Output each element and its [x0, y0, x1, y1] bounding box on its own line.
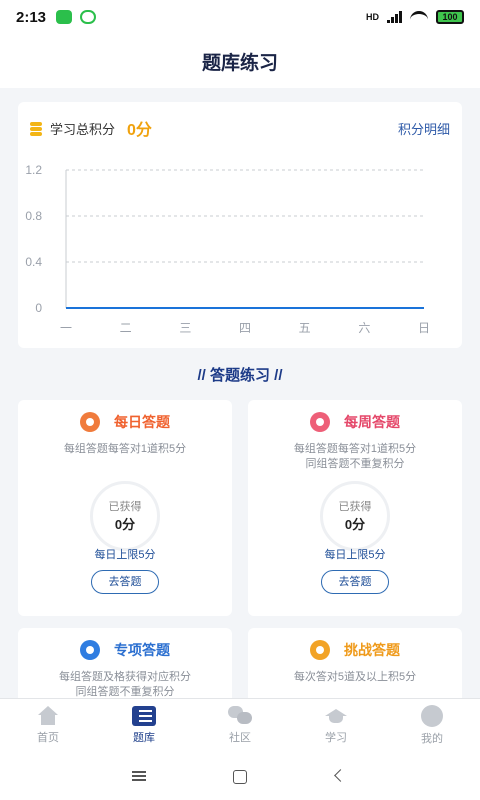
card-description: 每组答题每答对1道积5分: [63, 443, 187, 455]
status-bar: 2:13 HD 100: [0, 0, 480, 34]
wifi-icon: [410, 11, 428, 23]
page-title: 题库练习: [201, 52, 278, 74]
x-tick-label: 三: [179, 321, 191, 335]
tab-label: 社区: [229, 732, 251, 744]
chat-icon: [228, 706, 252, 726]
points-value: 0分: [127, 122, 152, 139]
earned-label: 已获得: [108, 501, 142, 513]
calendar-icon: [310, 412, 330, 432]
earned-ring: 已获得 0分: [90, 481, 160, 551]
earned-label: 已获得: [338, 501, 372, 513]
shield-icon: [310, 640, 330, 660]
home-button-icon[interactable]: [230, 768, 250, 784]
battery-icon: 100: [436, 10, 464, 24]
daily-quiz-card: 每日答题 每组答题每答对1道积5分 已获得 0分 每日上限5分 去答题: [18, 400, 232, 616]
x-tick-label: 六: [358, 321, 370, 335]
card-description: 每次答对5道及以上积5分: [293, 671, 417, 683]
tab-label: 学习: [325, 732, 347, 744]
tab-label: 我的: [421, 733, 443, 745]
status-indicators: HD 100: [366, 10, 464, 24]
tab-question-bank[interactable]: 题库: [96, 699, 192, 752]
section-title: // 答题练习 //: [197, 367, 283, 384]
card-title: 每日答题: [114, 414, 170, 430]
pencil-icon: [80, 412, 100, 432]
back-icon[interactable]: [330, 768, 350, 784]
card-header: 每周答题: [248, 410, 462, 434]
status-time: 2:13: [16, 8, 47, 26]
y-tick-label: 0.8: [25, 209, 42, 223]
coin-icon: [30, 121, 42, 136]
question-bank-icon: [132, 706, 156, 726]
network-type: HD: [366, 12, 379, 22]
system-nav-bar: [0, 752, 480, 800]
graduation-cap-icon: [324, 706, 348, 726]
points-chart: 0 0.4 0.8 1.2 一 二 三 四 五 六 日: [25, 163, 430, 335]
start-quiz-button[interactable]: 去答题: [321, 570, 389, 594]
earned-value: 0分: [114, 517, 136, 532]
card-description-line-1: 每组答题及格获得对应积分: [59, 671, 191, 683]
signal-icon: [387, 11, 402, 23]
points-header: 学习总积分 0分 积分明细: [30, 116, 450, 140]
card-header: 挑战答题: [248, 638, 462, 662]
x-tick-label: 一: [60, 321, 72, 335]
profile-icon: [421, 705, 443, 727]
y-tick-label: 1.2: [25, 163, 42, 177]
x-tick-label: 日: [418, 321, 430, 335]
target-icon: [80, 640, 100, 660]
x-tick-label: 五: [299, 321, 311, 335]
daily-limit: 每日上限5分: [324, 549, 386, 561]
points-label: 学习总积分: [50, 121, 116, 137]
daily-limit: 每日上限5分: [94, 549, 156, 561]
earned-ring: 已获得 0分: [320, 481, 390, 551]
card-title: 专项答题: [114, 642, 170, 658]
home-icon: [36, 706, 60, 726]
y-tick-label: 0: [35, 301, 42, 315]
card-description-line-1: 每组答题每答对1道积5分: [293, 443, 417, 455]
card-title: 挑战答题: [344, 642, 400, 658]
wechat-icon: [56, 10, 73, 24]
start-quiz-button[interactable]: 去答题: [91, 570, 159, 594]
x-tick-label: 四: [239, 321, 251, 335]
tab-community[interactable]: 社区: [192, 699, 288, 752]
weekly-quiz-card: 每周答题 每组答题每答对1道积5分 同组答题不重复积分 已获得 0分 每日上限5…: [248, 400, 462, 616]
card-description-line-2: 同组答题不重复积分: [305, 458, 405, 470]
y-tick-label: 0.4: [25, 255, 42, 269]
tab-home[interactable]: 首页: [0, 699, 96, 752]
recent-apps-icon[interactable]: [130, 768, 150, 784]
tab-label: 题库: [133, 732, 155, 744]
points-detail-link[interactable]: 积分明细: [398, 119, 450, 138]
sync-icon: [80, 10, 97, 24]
earned-value: 0分: [344, 517, 366, 532]
x-tick-label: 二: [120, 321, 132, 335]
bottom-tab-bar: 首页 题库 社区 学习 我的: [0, 698, 480, 752]
tab-profile[interactable]: 我的: [384, 699, 480, 752]
app-header: 题库练习: [0, 34, 480, 88]
tab-label: 首页: [37, 732, 59, 744]
card-header: 每日答题: [18, 410, 232, 434]
points-card: 学习总积分 0分 积分明细 0 0.4 0.8 1.2 一 二 三 四 五 六 日: [18, 102, 462, 348]
card-header: 专项答题: [18, 638, 232, 662]
card-title: 每周答题: [344, 414, 400, 430]
tab-study[interactable]: 学习: [288, 699, 384, 752]
